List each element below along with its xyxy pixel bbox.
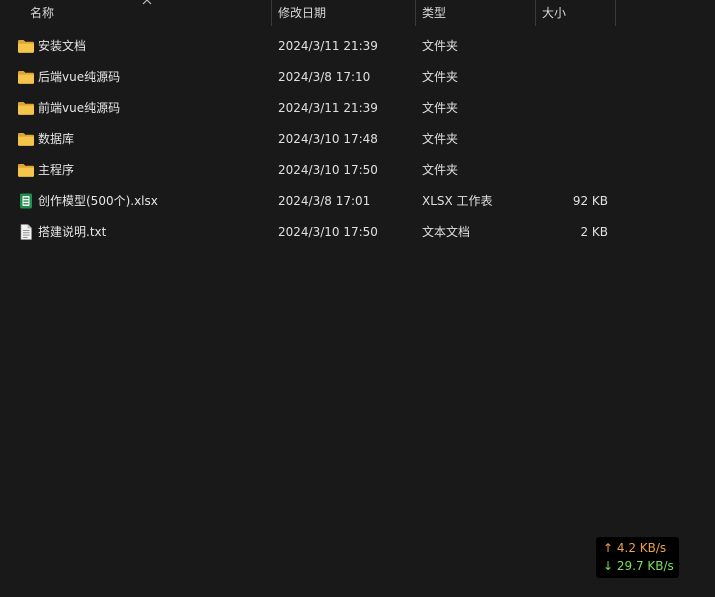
file-name: 搭建说明.txt xyxy=(38,225,107,239)
file-modified-date: 2024/3/10 17:48 xyxy=(278,132,378,146)
file-modified-date: 2024/3/11 21:39 xyxy=(278,101,378,115)
upload-speed: ↑ 4.2 KB/s xyxy=(603,541,667,555)
file-size xyxy=(535,124,608,155)
file-row[interactable]: 主程序 2024/3/10 17:50 文件夹 xyxy=(0,155,715,186)
file-type: 文件夹 xyxy=(422,163,459,177)
column-header-name[interactable]: 名称 xyxy=(30,0,270,26)
file-modified-date: 2024/3/10 17:50 xyxy=(278,163,378,177)
file-name: 前端vue纯源码 xyxy=(38,101,121,115)
column-divider[interactable] xyxy=(415,0,416,26)
column-header-type[interactable]: 类型 xyxy=(422,0,534,26)
column-divider[interactable] xyxy=(271,0,272,26)
file-row[interactable]: 后端vue纯源码 2024/3/8 17:10 文件夹 xyxy=(0,62,715,93)
file-size: 92 KB xyxy=(572,194,608,208)
file-row[interactable]: 前端vue纯源码 2024/3/11 21:39 文件夹 xyxy=(0,93,715,124)
column-divider[interactable] xyxy=(535,0,536,26)
file-name: 数据库 xyxy=(38,132,75,146)
file-type: 文本文档 xyxy=(422,225,471,239)
file-row[interactable]: 安装文档 2024/3/11 21:39 文件夹 xyxy=(0,31,715,62)
file-name: 创作模型(500个).xlsx xyxy=(38,194,158,208)
file-modified-date: 2024/3/8 17:10 xyxy=(278,70,371,84)
column-divider[interactable] xyxy=(615,0,616,26)
folder-icon xyxy=(17,131,35,147)
file-row[interactable]: 创作模型(500个).xlsx 2024/3/8 17:01 XLSX 工作表 92 … xyxy=(0,186,715,217)
folder-icon xyxy=(17,100,35,116)
file-type: 文件夹 xyxy=(422,132,459,146)
file-row[interactable]: 搭建说明.txt 2024/3/10 17:50 文本文档 2 KB xyxy=(0,217,715,248)
file-type: 文件夹 xyxy=(422,101,459,115)
file-name: 安装文档 xyxy=(38,39,87,53)
file-size xyxy=(535,62,608,93)
file-name: 主程序 xyxy=(38,163,75,177)
file-modified-date: 2024/3/11 21:39 xyxy=(278,39,378,53)
column-header-date[interactable]: 修改日期 xyxy=(278,0,414,26)
network-speed-widget: ↑ 4.2 KB/s ↓ 29.7 KB/s xyxy=(596,537,679,578)
file-size xyxy=(535,93,608,124)
excel-file-icon xyxy=(17,193,35,209)
file-row[interactable]: 数据库 2024/3/10 17:48 文件夹 xyxy=(0,124,715,155)
file-type: 文件夹 xyxy=(422,70,459,84)
file-size xyxy=(535,155,608,186)
column-header: 名称 修改日期 类型 大小 xyxy=(0,0,715,26)
file-modified-date: 2024/3/8 17:01 xyxy=(278,194,371,208)
file-modified-date: 2024/3/10 17:50 xyxy=(278,225,378,239)
file-type: 文件夹 xyxy=(422,39,459,53)
file-size: 2 KB xyxy=(580,225,608,239)
folder-icon xyxy=(17,69,35,85)
file-size xyxy=(535,31,608,62)
folder-icon xyxy=(17,38,35,54)
folder-icon xyxy=(17,162,35,178)
download-speed: ↓ 29.7 KB/s xyxy=(603,559,674,573)
file-name: 后端vue纯源码 xyxy=(38,70,121,84)
file-type: XLSX 工作表 xyxy=(422,194,493,208)
file-explorer-details-view: 名称 修改日期 类型 大小 安装文档 2024/3/11 21:39 文件夹 后端vu… xyxy=(0,0,715,597)
text-file-icon xyxy=(17,224,35,240)
column-header-size[interactable]: 大小 xyxy=(542,0,614,26)
